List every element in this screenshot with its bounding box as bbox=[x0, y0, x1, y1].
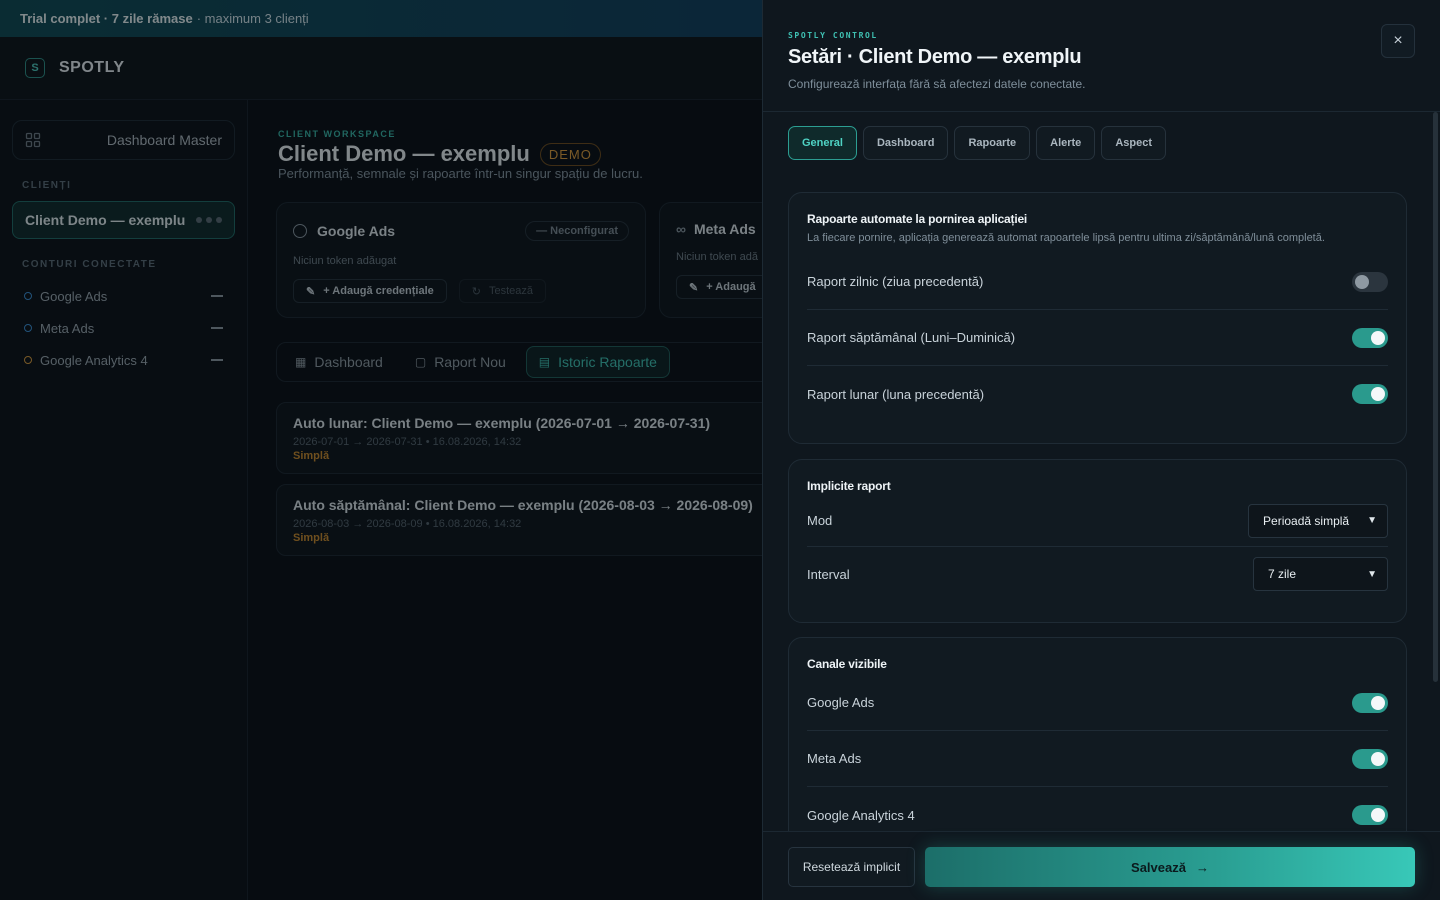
row-label: Raport zilnic (ziua precedentă) bbox=[807, 274, 984, 289]
section-title: Implicite raport bbox=[807, 479, 891, 493]
tab-alerts[interactable]: Alerte bbox=[1036, 126, 1096, 160]
save-label: Salvează bbox=[1131, 859, 1186, 875]
section-description: La fiecare pornire, aplicația generează … bbox=[807, 232, 1325, 244]
google-ads-toggle[interactable] bbox=[1352, 692, 1388, 713]
settings-tabs: General Dashboard Rapoarte Alerte Aspect bbox=[788, 126, 1166, 160]
section-title: Canale vizibile bbox=[807, 657, 887, 671]
reset-defaults-button[interactable]: Resetează implicit bbox=[788, 847, 915, 887]
drawer-title: Setări · Client Demo — exemplu bbox=[788, 46, 1082, 68]
interval-row: Interval 7 zile ▼ bbox=[807, 547, 1388, 601]
daily-report-toggle[interactable] bbox=[1352, 271, 1388, 292]
drawer-footer: Resetează implicit Salvează → bbox=[763, 831, 1440, 900]
channel-row-ga4: Google Analytics 4 bbox=[807, 787, 1388, 831]
channel-row-meta-ads: Meta Ads bbox=[807, 731, 1388, 787]
save-button[interactable]: Salvează → bbox=[925, 847, 1415, 887]
channel-row-google-ads: Google Ads bbox=[807, 675, 1388, 731]
drawer-kicker: SPOTLY CONTROL bbox=[788, 31, 878, 40]
visible-channels-section: Canale vizibile Google Ads Meta Ads Goog… bbox=[788, 637, 1407, 831]
mode-row: Mod Perioadă simplă ▼ bbox=[807, 495, 1388, 547]
section-title: Rapoarte automate la pornirea aplicației bbox=[807, 212, 1028, 226]
ga4-toggle[interactable] bbox=[1352, 805, 1388, 825]
drawer-scroll-area[interactable]: General Dashboard Rapoarte Alerte Aspect… bbox=[763, 112, 1440, 831]
row-label: Google Ads bbox=[807, 695, 875, 710]
row-label: Meta Ads bbox=[807, 751, 862, 766]
settings-drawer: SPOTLY CONTROL Setări · Client Demo — ex… bbox=[762, 0, 1440, 900]
tab-reports[interactable]: Rapoarte bbox=[954, 126, 1031, 160]
tab-appearance[interactable]: Aspect bbox=[1101, 126, 1166, 160]
interval-select-value: 7 zile bbox=[1268, 567, 1297, 581]
chevron-down-icon: ▼ bbox=[1367, 568, 1377, 580]
auto-reports-section: Rapoarte automate la pornirea aplicației… bbox=[788, 192, 1407, 444]
mode-select-value: Perioadă simplă bbox=[1263, 513, 1350, 528]
meta-ads-toggle[interactable] bbox=[1352, 748, 1388, 769]
scrollbar[interactable] bbox=[1433, 112, 1438, 682]
weekly-report-row: Raport săptămânal (Luni–Duminică) bbox=[807, 310, 1388, 366]
weekly-report-toggle[interactable] bbox=[1352, 327, 1388, 348]
daily-report-row: Raport zilnic (ziua precedentă) bbox=[807, 254, 1388, 310]
drawer-subtitle: Configurează interfața fără să afectezi … bbox=[788, 77, 1086, 91]
tab-dashboard[interactable]: Dashboard bbox=[862, 126, 949, 160]
mode-select[interactable]: Perioadă simplă ▼ bbox=[1248, 503, 1388, 538]
modal-backdrop[interactable] bbox=[0, 0, 762, 900]
chevron-down-icon: ▼ bbox=[1367, 515, 1377, 526]
close-icon[interactable]: × bbox=[1381, 24, 1415, 58]
monthly-report-toggle[interactable] bbox=[1352, 384, 1388, 404]
row-label: Raport săptămânal (Luni–Duminică) bbox=[807, 330, 1016, 345]
interval-select[interactable]: 7 zile ▼ bbox=[1253, 557, 1388, 591]
row-label: Interval bbox=[807, 566, 850, 582]
row-label: Mod bbox=[807, 513, 833, 528]
row-label: Raport lunar (luna precedentă) bbox=[807, 386, 985, 402]
tab-general[interactable]: General bbox=[788, 126, 857, 160]
monthly-report-row: Raport lunar (luna precedentă) bbox=[807, 366, 1388, 422]
arrow-right-icon: → bbox=[1195, 859, 1209, 875]
row-label: Google Analytics 4 bbox=[807, 807, 915, 823]
report-defaults-section: Implicite raport Mod Perioadă simplă ▼ I… bbox=[788, 459, 1407, 623]
